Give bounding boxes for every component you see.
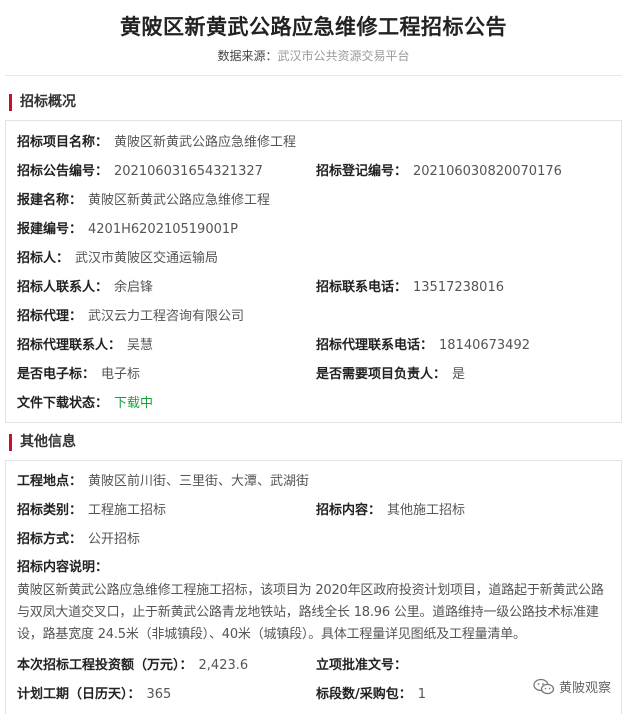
field-label: 招标项目名称： bbox=[17, 135, 109, 150]
page-title: 黄陂区新黄武公路应急维修工程招标公告 bbox=[120, 15, 507, 39]
field-value: 公开招标 bbox=[88, 532, 141, 547]
field-label: 文件下载状态： bbox=[17, 396, 109, 411]
field-value: 是 bbox=[452, 367, 466, 382]
wechat-icon bbox=[533, 678, 555, 694]
field-electronic: 是否电子标： 电子标 bbox=[17, 366, 140, 384]
field-tenderer: 招标人： 武汉市黄陂区交通运输局 bbox=[17, 250, 218, 268]
field-label: 立项批准文号： bbox=[316, 658, 408, 673]
field-category: 招标类别： 工程施工招标 bbox=[17, 502, 166, 520]
field-register-no: 招标登记编号： 202106030820070176 bbox=[316, 163, 562, 181]
field-value: 其他施工招标 bbox=[387, 503, 466, 518]
field-label: 报建编号： bbox=[17, 222, 83, 237]
field-value: 365 bbox=[146, 687, 172, 702]
field-value: 吴慧 bbox=[127, 338, 154, 353]
field-build-no: 报建编号： 4201H620210519001P bbox=[17, 221, 238, 239]
field-label: 是否需要项目负责人： bbox=[316, 367, 447, 382]
field-value: 黄陂区新黄武公路应急维修工程 bbox=[88, 193, 271, 208]
field-label: 招标内容： bbox=[316, 503, 382, 518]
field-project-name: 招标项目名称： 黄陂区新黄武公路应急维修工程 bbox=[17, 134, 296, 152]
data-source-link[interactable]: 武汉市公共资源交易平台 bbox=[278, 49, 410, 63]
field-label: 标段数/采购包： bbox=[316, 687, 412, 702]
field-value: 18140673492 bbox=[439, 338, 530, 353]
field-contact-phone: 招标联系电话： 13517238016 bbox=[316, 279, 504, 297]
watermark-text: 黄陂观察 bbox=[558, 681, 611, 696]
field-label: 是否电子标： bbox=[17, 367, 96, 382]
field-label: 招标公告编号： bbox=[17, 164, 109, 179]
field-label: 本次招标工程投资额（万元）： bbox=[17, 658, 193, 673]
field-description-label: 招标内容说明： bbox=[17, 559, 108, 577]
description-text: 黄陂区新黄武公路应急维修工程施工招标，该项目为 2020年区政府投资计划项目，道… bbox=[17, 583, 604, 642]
field-value: 13517238016 bbox=[413, 280, 504, 295]
data-source: 数据来源：武汉市公共资源交易平台 bbox=[0, 47, 627, 64]
field-agent-phone: 招标代理联系电话： 18140673492 bbox=[316, 337, 530, 355]
field-label: 招标代理： bbox=[17, 309, 83, 324]
field-value: 2,423.6 bbox=[198, 658, 249, 673]
field-label: 计划工期（日历天）： bbox=[17, 687, 141, 702]
field-location: 工程地点： 黄陂区前川街、三里街、大潭、武湖街 bbox=[17, 473, 309, 491]
field-label: 招标方式： bbox=[17, 532, 83, 547]
field-notice-no: 招标公告编号： 2021060316543213​27 bbox=[17, 163, 263, 181]
overview-panel: 招标项目名称： 黄陂区新黄武公路应急维修工程 招标公告编号： 20210603165… bbox=[5, 120, 622, 423]
field-content: 招标内容： 其他施工招标 bbox=[316, 502, 465, 520]
field-label: 招标人： bbox=[17, 251, 70, 266]
field-label: 招标类别： bbox=[17, 503, 83, 518]
field-investment: 本次招标工程投资额（万元）： 2,423.6 bbox=[17, 657, 248, 675]
field-lots: 标段数/采购包： 1 bbox=[316, 686, 426, 704]
other-panel: 工程地点： 黄陂区前川街、三里街、大潭、武湖街 招标类别： 工程施工招标 招标内容：… bbox=[5, 460, 622, 714]
watermark: 黄陂观察 bbox=[533, 677, 611, 696]
section-heading-overview: 招标概况 bbox=[9, 94, 76, 111]
field-label: 招标代理联系人： bbox=[17, 338, 122, 353]
field-label: 招标联系电话： bbox=[316, 280, 408, 295]
field-label: 报建名称： bbox=[17, 193, 83, 208]
field-contact: 招标人联系人： 余启锋 bbox=[17, 279, 153, 297]
field-value: 电子标 bbox=[101, 367, 141, 382]
field-value: 4201H620210519001P bbox=[88, 222, 238, 237]
field-agent-contact: 招标代理联系人： 吴慧 bbox=[17, 337, 153, 355]
field-label: 招标登记编号： bbox=[316, 164, 408, 179]
field-value: 工程施工招标 bbox=[88, 503, 167, 518]
divider bbox=[5, 75, 622, 76]
field-download-status: 文件下载状态： 下载中 bbox=[17, 395, 153, 413]
field-value: 黄陂区新黄武公路应急维修工程 bbox=[114, 135, 297, 150]
field-build-name: 报建名称： 黄陂区新黄武公路应急维修工程 bbox=[17, 192, 270, 210]
data-source-label: 数据来源： bbox=[217, 49, 278, 63]
field-need-leader: 是否需要项目负责人： 是 bbox=[316, 366, 465, 384]
field-label: 工程地点： bbox=[17, 474, 83, 489]
field-duration: 计划工期（日历天）： 365 bbox=[17, 686, 171, 704]
field-label: 招标内容说明： bbox=[17, 560, 109, 575]
field-value: 1 bbox=[417, 687, 427, 702]
field-value: 2021060316543213​27 bbox=[114, 164, 263, 179]
field-method: 招标方式： 公开招标 bbox=[17, 531, 140, 549]
field-approval-no: 立项批准文号： bbox=[316, 657, 413, 675]
field-label: 招标代理联系电话： bbox=[316, 338, 434, 353]
section-heading-other: 其他信息 bbox=[9, 434, 76, 451]
download-status-link[interactable]: 下载中 bbox=[114, 396, 153, 411]
field-value: 黄陂区前川街、三里街、大潭、武湖街 bbox=[88, 474, 310, 489]
field-value: 武汉市黄陂区交通运输局 bbox=[75, 251, 219, 266]
field-agent: 招标代理： 武汉云力工程咨询有限公司 bbox=[17, 308, 244, 326]
field-label: 招标人联系人： bbox=[17, 280, 109, 295]
field-value: 202106030820070176 bbox=[413, 164, 562, 179]
field-value: 余启锋 bbox=[114, 280, 154, 295]
field-value: 武汉云力工程咨询有限公司 bbox=[88, 309, 245, 324]
